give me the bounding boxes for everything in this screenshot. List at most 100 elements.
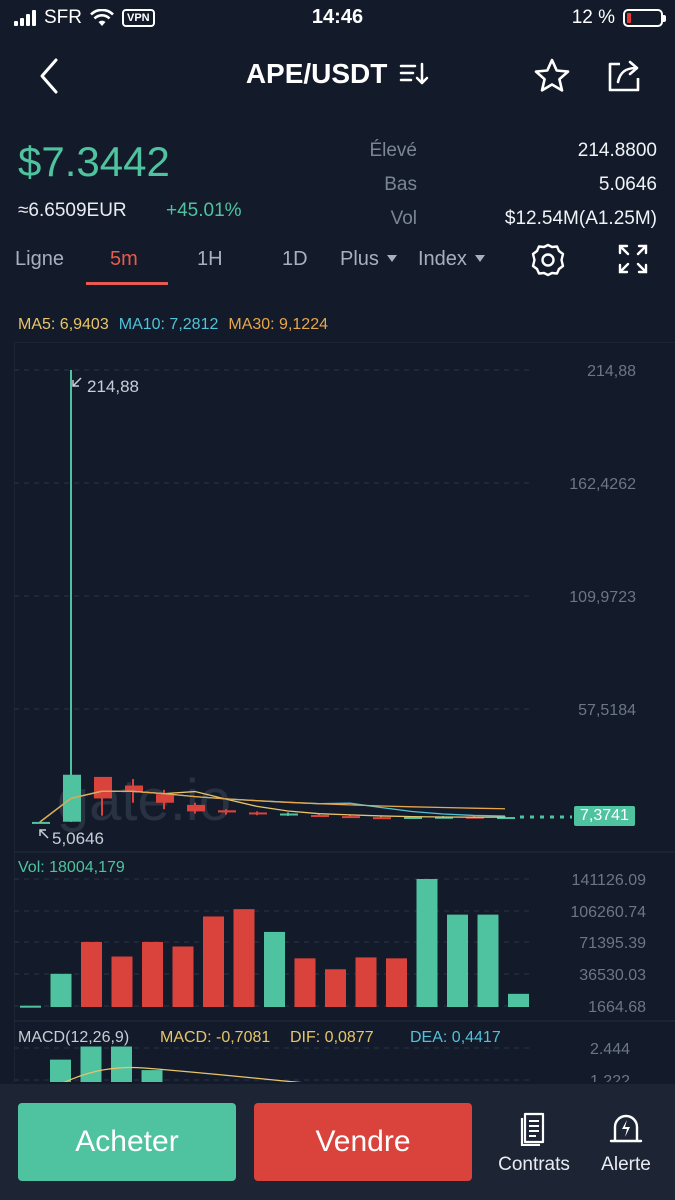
macd-bar xyxy=(50,1059,71,1082)
last-price: $7.3442 xyxy=(18,138,170,185)
candle-body xyxy=(156,794,174,803)
volume-axis-label: 141126.09 xyxy=(572,872,647,889)
high-label: Élevé xyxy=(369,140,417,161)
candle-body xyxy=(311,815,329,818)
low-label: Bas xyxy=(384,174,417,195)
ma5-value: MA5: 6,9403 xyxy=(18,316,109,333)
tab-5m[interactable]: 5m xyxy=(110,248,138,271)
volume-bar xyxy=(172,946,194,1007)
low-row: Bas 5.0646 xyxy=(357,168,657,202)
switch-pair-icon[interactable] xyxy=(399,61,429,87)
high-row: Élevé 214.8800 xyxy=(357,134,657,168)
macd-legend-item: MACD: -0,7081 xyxy=(160,1029,270,1046)
interval-tabs: Ligne 5m 1H 1D Plus Index xyxy=(0,240,675,288)
sell-button[interactable]: Vendre xyxy=(254,1103,472,1181)
volume-bar xyxy=(20,1005,41,1008)
battery-icon xyxy=(623,9,666,27)
high-marker: 214,88 xyxy=(87,377,139,396)
macd-axis-label: 2.444 xyxy=(590,1041,630,1058)
high-value: 214.8800 xyxy=(577,140,657,161)
alert-label[interactable]: Alerte xyxy=(590,1154,662,1176)
volume-axis-label: 1664.68 xyxy=(588,999,646,1016)
ma10-value: MA10: 7,2812 xyxy=(118,316,219,333)
volume-bar xyxy=(355,957,377,1007)
volume-bar xyxy=(233,909,255,1007)
low-marker-arrow xyxy=(39,829,49,839)
chevron-down-icon xyxy=(386,255,397,262)
candle-body xyxy=(187,804,205,812)
share-icon[interactable] xyxy=(604,56,644,96)
candlestick-chart[interactable]: 214,88 162,4262 109,9723 57,5184 gate.io 214,… xyxy=(14,342,675,1082)
tab-line[interactable]: Ligne xyxy=(15,248,64,271)
volume-axis-label: 36530.03 xyxy=(579,967,646,984)
alert-bell-icon[interactable] xyxy=(608,1110,644,1146)
tab-more-label: Plus xyxy=(340,248,379,270)
volume-bar xyxy=(416,879,438,1007)
tab-more[interactable]: Plus xyxy=(340,248,397,271)
high-marker-arrow xyxy=(72,377,82,387)
volume-bar xyxy=(447,914,468,1007)
tab-1d[interactable]: 1D xyxy=(282,248,308,271)
candle-body xyxy=(32,821,50,824)
candle-body xyxy=(218,810,236,813)
chevron-down-icon xyxy=(474,255,485,262)
eur-equivalent: ≈6.6509EUR xyxy=(18,200,127,221)
volume-bar xyxy=(294,958,316,1007)
buy-button[interactable]: Acheter xyxy=(18,1103,236,1181)
volume-bar xyxy=(142,941,163,1007)
tab-1h[interactable]: 1H xyxy=(197,248,223,271)
price-change: +45.01% xyxy=(166,200,242,221)
contracts-icon[interactable] xyxy=(516,1110,552,1146)
bottom-action-bar: Acheter Vendre Contrats Alerte xyxy=(0,1084,675,1200)
watermark: gate.io xyxy=(57,768,231,833)
fullscreen-icon[interactable] xyxy=(616,242,650,276)
volume-axis-label: 106260.74 xyxy=(570,904,646,921)
contracts-label[interactable]: Contrats xyxy=(490,1154,578,1176)
volume-bar xyxy=(264,931,285,1007)
gear-icon[interactable] xyxy=(530,242,566,278)
active-tab-indicator xyxy=(86,282,168,285)
volume-bar xyxy=(50,973,72,1007)
macd-legend-item: DEA: 0,4417 xyxy=(410,1029,501,1046)
volume-bar xyxy=(508,993,529,1007)
volume-bar xyxy=(477,914,499,1007)
macd-legend-item: MACD(12,26,9) xyxy=(18,1029,129,1046)
favorite-star-icon[interactable] xyxy=(532,56,572,96)
price-axis-label: 162,4262 xyxy=(569,476,636,493)
ticker-stats: Élevé 214.8800 Bas 5.0646 Vol $12.54M(A1… xyxy=(357,134,657,236)
price-axis-label: 214,88 xyxy=(587,363,636,380)
price-axis-label: 109,9723 xyxy=(569,589,636,606)
low-value: 5.0646 xyxy=(598,174,657,195)
candle-body xyxy=(249,812,267,815)
status-bar: SFR VPN 14:46 12 % xyxy=(0,0,675,40)
volume-bar xyxy=(111,956,133,1007)
tab-index-label: Index xyxy=(418,248,467,270)
volume-bar xyxy=(325,969,346,1007)
candle-body xyxy=(280,813,298,816)
candle-body xyxy=(342,816,360,819)
volume-axis-label: 71395.39 xyxy=(579,935,646,952)
volume-bar xyxy=(81,941,102,1007)
header: APE/USDT xyxy=(0,48,675,104)
ma-legend: MA5: 6,9403 MA10: 7,2812 MA30: 9,1224 xyxy=(18,316,328,334)
tab-index[interactable]: Index xyxy=(418,248,485,271)
pair-title[interactable]: APE/USDT xyxy=(0,58,675,90)
pair-name: APE/USDT xyxy=(245,58,388,89)
volume-label: Vol xyxy=(390,208,417,229)
price-axis-label: 57,5184 xyxy=(578,702,636,719)
volume-value: $12.54M(A1.25M) xyxy=(504,208,657,229)
last-price-tag: 7,3741 xyxy=(574,806,635,826)
volume-legend: Vol: 18004,179 xyxy=(18,859,125,876)
volume-row: Vol $12.54M(A1.25M) xyxy=(357,202,657,236)
volume-bar xyxy=(386,958,407,1007)
battery-percent: 12 % xyxy=(571,7,615,28)
candle-body xyxy=(94,776,112,799)
candle-body xyxy=(373,817,391,820)
macd-axis-label: 1.222 xyxy=(590,1073,630,1082)
macd-bar xyxy=(141,1070,163,1082)
volume-bar xyxy=(203,916,224,1007)
macd-bar xyxy=(80,1046,102,1082)
macd-legend-item: DIF: 0,0877 xyxy=(290,1029,374,1046)
ma30-value: MA30: 9,1224 xyxy=(228,316,328,333)
macd-bar xyxy=(111,1046,132,1082)
